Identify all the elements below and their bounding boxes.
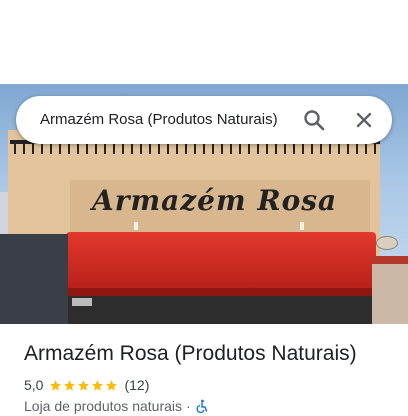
red-awning	[66, 232, 376, 292]
awning-edge	[66, 288, 376, 296]
neighbor-wall-right	[372, 264, 408, 324]
satellite-dish	[376, 236, 398, 250]
star-icon	[50, 379, 62, 391]
place-title: Armazém Rosa (Produtos Naturais)	[24, 342, 357, 365]
place-category: Loja de produtos naturais	[24, 398, 182, 414]
star-icon	[106, 379, 118, 391]
search-input[interactable]: Armazém Rosa (Produtos Naturais)	[40, 111, 278, 128]
rating-value: 5,0	[24, 377, 44, 393]
rating-row[interactable]: 5,0 (12)	[24, 376, 149, 394]
balcony-bars	[14, 144, 376, 154]
star-icon	[64, 379, 76, 391]
storefront-entrance	[66, 296, 376, 324]
review-count[interactable]: (12)	[124, 377, 149, 393]
sign-lamp	[300, 222, 304, 230]
wheelchair-icon	[195, 399, 209, 414]
address-plate	[72, 298, 92, 306]
separator-dot: ·	[186, 398, 191, 414]
search-bar[interactable]: Armazém Rosa (Produtos Naturais)	[16, 96, 392, 144]
store-sign-text: Armazém Rosa	[92, 184, 338, 217]
sign-lamp	[134, 222, 138, 230]
rating-stars	[49, 379, 119, 392]
neighbor-building	[0, 234, 68, 324]
star-icon	[78, 379, 90, 391]
category-row: Loja de produtos naturais ·	[24, 398, 209, 414]
neighbor-roof	[372, 256, 408, 264]
top-blank-area	[0, 0, 408, 84]
close-icon[interactable]	[350, 106, 378, 134]
star-icon	[92, 379, 104, 391]
search-icon[interactable]	[300, 106, 328, 134]
